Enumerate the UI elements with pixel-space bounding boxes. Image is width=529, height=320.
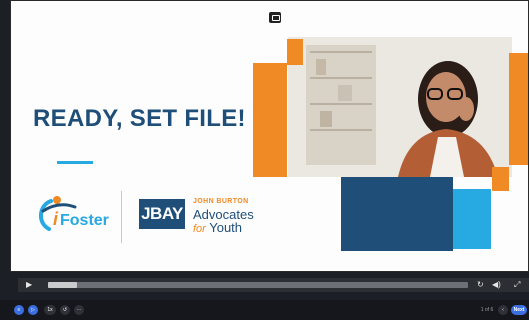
ifoster-prefix: i xyxy=(53,209,59,229)
rewind-icon[interactable]: ↺ xyxy=(60,305,70,315)
jbay-for-youth: for Youth xyxy=(193,220,242,235)
menu-icon[interactable]: ≡ xyxy=(14,305,24,315)
jbay-youth: Youth xyxy=(209,220,243,235)
replay-icon[interactable]: ↻ xyxy=(477,280,484,290)
woman-photo xyxy=(288,37,512,177)
prev-icon[interactable]: ‹ xyxy=(498,305,508,315)
jbay-for: for xyxy=(193,223,206,235)
slide-title: READY, SET FILE! xyxy=(33,105,246,132)
title-underline xyxy=(57,161,93,164)
next-button[interactable]: Next xyxy=(511,305,527,315)
speed-button[interactable]: 1x xyxy=(44,305,56,315)
jbay-org-name: JOHN BURTON xyxy=(193,198,249,205)
orange-small-block xyxy=(492,167,509,191)
page-indicator: 1 of 6 xyxy=(480,307,494,313)
more-icon[interactable]: ⋯ xyxy=(74,305,84,315)
orange-right-block xyxy=(509,53,528,165)
captions-icon[interactable]: ▷ xyxy=(28,305,38,315)
play-icon[interactable]: ▶ xyxy=(26,280,32,290)
cyan-block xyxy=(453,189,491,249)
fullscreen-icon[interactable]: ⤢ xyxy=(514,280,520,290)
navy-block xyxy=(341,177,453,251)
slide: READY, SET FILE! i Foster JBAY JOHN BURT… xyxy=(10,0,529,272)
logo-divider xyxy=(121,191,122,243)
image-icon[interactable] xyxy=(269,12,281,23)
progress-fill xyxy=(48,282,78,288)
jbay-logo-box: JBAY xyxy=(139,199,185,229)
orange-tall-block xyxy=(253,63,287,177)
volume-icon[interactable]: ◀) xyxy=(492,280,501,290)
orange-accent-block xyxy=(287,39,303,65)
ifoster-logo: i Foster xyxy=(39,196,109,231)
ifoster-name: Foster xyxy=(60,212,109,229)
progress-bar[interactable] xyxy=(48,282,468,288)
